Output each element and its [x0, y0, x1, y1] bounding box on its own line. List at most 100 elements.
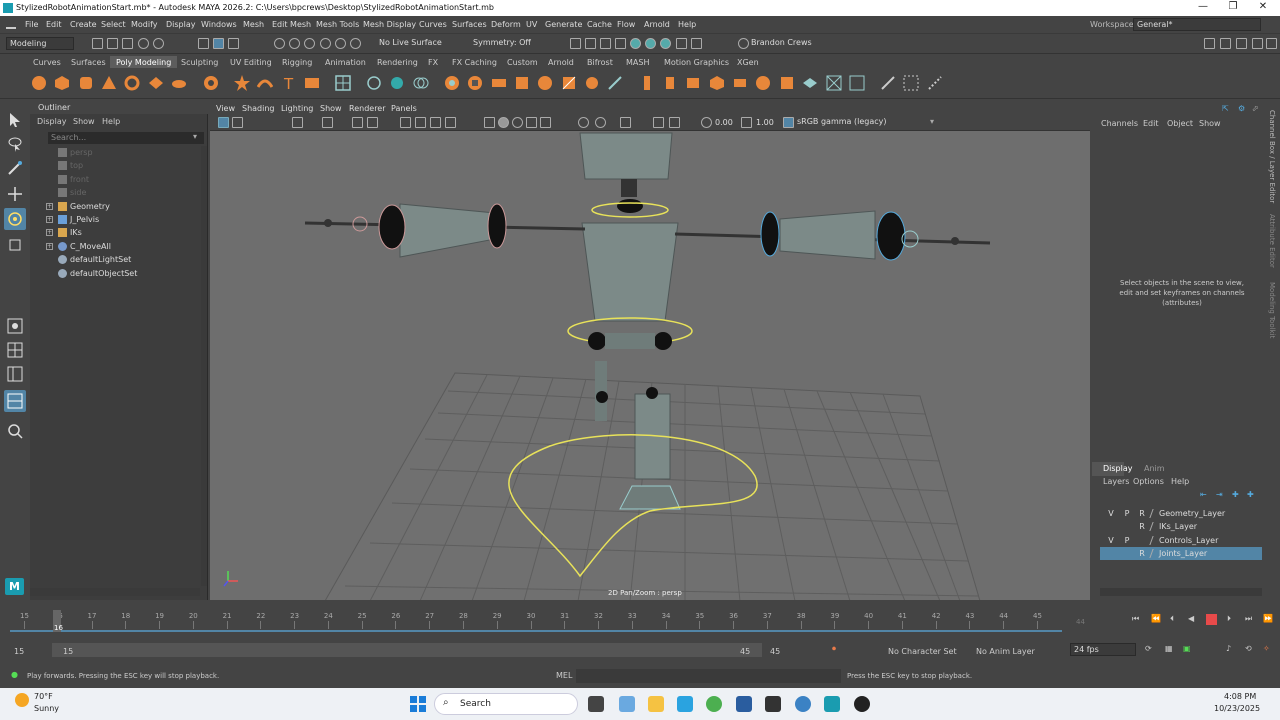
cb-menu-channels[interactable]: Channels — [1101, 119, 1138, 128]
gate-mask-icon[interactable] — [415, 117, 426, 128]
tab-uv-editing[interactable]: UV Editing — [230, 58, 272, 67]
character-set-dropdown[interactable]: No Character Set — [888, 647, 957, 656]
weather-condition[interactable]: Sunny — [34, 704, 59, 713]
user-account-dropdown[interactable]: Brandon Crews — [748, 37, 818, 50]
step-back-frame-icon[interactable]: ⏴ — [1170, 614, 1174, 624]
outliner-menu-show[interactable]: Show — [73, 117, 95, 126]
motion-blur-icon[interactable] — [669, 117, 680, 128]
layer-v-toggle[interactable]: V — [1106, 536, 1116, 545]
menu-curves[interactable]: Curves — [419, 20, 447, 29]
menu-arnold[interactable]: Arnold — [644, 20, 670, 29]
step-back-key-icon[interactable]: ⏪ — [1151, 614, 1161, 623]
resolution-gate-icon[interactable] — [400, 117, 411, 128]
poly-torus-icon[interactable] — [124, 75, 140, 91]
menu-mesh[interactable]: Mesh — [243, 20, 264, 29]
step-forward-frame-icon[interactable]: ⏵ — [1227, 614, 1231, 624]
smooth-icon[interactable] — [389, 75, 405, 91]
combine-icon[interactable] — [335, 75, 351, 91]
menu-uv[interactable]: UV — [526, 20, 537, 29]
cb-menu-show[interactable]: Show — [1199, 119, 1221, 128]
neck-joint[interactable] — [617, 199, 643, 213]
cache-settings-icon[interactable]: ✧ — [1263, 644, 1270, 653]
bridge-icon[interactable] — [491, 75, 507, 91]
minimize-button[interactable]: — — [1188, 1, 1218, 15]
isolate-select-icon[interactable] — [620, 117, 631, 128]
knee-left-joint[interactable] — [596, 391, 608, 403]
upper-arm-right[interactable] — [779, 210, 876, 260]
persp-outliner-layout-icon[interactable] — [7, 366, 23, 382]
sculpt-brush-icon[interactable] — [880, 75, 896, 91]
playback-start-field[interactable]: 15 — [63, 647, 73, 656]
hypershade-icon[interactable] — [645, 38, 656, 49]
color-space-dropdown[interactable]: sRGB gamma (legacy) — [794, 116, 938, 129]
copilot-icon[interactable] — [619, 696, 635, 712]
anim-preferences-icon[interactable]: ▣ — [1183, 644, 1191, 653]
uv-toolkit-icon[interactable] — [849, 75, 865, 91]
bevel-icon[interactable] — [514, 75, 530, 91]
tab-fx[interactable]: FX — [428, 58, 438, 67]
chrome-icon[interactable] — [706, 696, 722, 712]
mirror-icon[interactable] — [444, 75, 460, 91]
layer-row[interactable]: R IKs_Layer — [1100, 520, 1262, 533]
tab-sculpting[interactable]: Sculpting — [181, 58, 218, 67]
grease-pencil-icon[interactable] — [322, 117, 333, 128]
expand-icon[interactable]: + — [46, 216, 53, 223]
robot-torso[interactable] — [581, 222, 679, 322]
sound-icon[interactable]: ♪ — [1226, 644, 1231, 653]
elbow-right-joint[interactable] — [760, 211, 780, 257]
pause-viewport-icon[interactable] — [676, 38, 687, 49]
layer-p-toggle[interactable]: P — [1122, 509, 1132, 518]
menu-select[interactable]: Select — [101, 20, 126, 29]
planar-map-icon[interactable] — [732, 75, 748, 91]
sweep-mesh-icon[interactable] — [257, 75, 273, 91]
average-vertices-icon[interactable] — [685, 75, 701, 91]
sun-weather-icon[interactable] — [15, 693, 29, 707]
outliner-menu-display[interactable]: Display — [37, 117, 67, 126]
ambient-occlusion-icon[interactable] — [653, 117, 664, 128]
float-icon[interactable]: ⬀ — [1252, 104, 1259, 113]
use-all-lights-icon[interactable] — [540, 117, 551, 128]
toggle-sidebar-icon[interactable] — [1204, 38, 1215, 49]
layer-v-toggle[interactable]: V — [1106, 509, 1116, 518]
color-management-icon[interactable] — [783, 117, 794, 128]
menu-mesh-display[interactable]: Mesh Display — [363, 20, 416, 29]
menu-mesh-tools[interactable]: Mesh Tools — [316, 20, 359, 29]
type-tool-icon[interactable]: T — [281, 75, 297, 91]
exposure-value[interactable]: 0.00 — [715, 118, 733, 127]
clock-date[interactable]: 10/23/2025 — [1214, 704, 1260, 713]
menu-cache[interactable]: Cache — [587, 20, 612, 29]
vp-menu-renderer[interactable]: Renderer — [349, 104, 386, 113]
vp-menu-view[interactable]: View — [216, 104, 235, 113]
vp-menu-lighting[interactable]: Lighting — [281, 104, 313, 113]
connect-icon[interactable] — [607, 75, 623, 91]
chevron-down-icon[interactable]: ▾ — [930, 117, 934, 126]
super-shape-icon[interactable] — [203, 75, 219, 91]
rotate-tool-icon[interactable] — [7, 211, 23, 227]
film-gate-icon[interactable] — [367, 117, 378, 128]
arnold-render-icon[interactable] — [691, 38, 702, 49]
channel-box-icon[interactable] — [1266, 38, 1277, 49]
snap-view-plane-icon[interactable] — [320, 38, 331, 49]
outliner-item[interactable]: defaultObjectSet — [30, 267, 200, 280]
multi-cut-icon[interactable] — [561, 75, 577, 91]
side-tab-channel-box[interactable]: Channel Box / Layer Editor — [1268, 110, 1276, 203]
paint-weights-icon[interactable] — [927, 75, 943, 91]
symmetry-dropdown[interactable]: Symmetry: Off — [470, 37, 540, 50]
menu-help[interactable]: Help — [678, 20, 696, 29]
shoulder-right-joint[interactable] — [876, 211, 906, 261]
obs-icon[interactable] — [854, 696, 870, 712]
outliner-search-input[interactable]: Search... — [48, 132, 204, 144]
robot-neck[interactable] — [621, 179, 637, 197]
tab-animation[interactable]: Animation — [325, 58, 366, 67]
spherical-map-icon[interactable] — [779, 75, 795, 91]
pin-icon[interactable]: ⇱ — [1222, 104, 1229, 113]
playback-settings-icon[interactable]: ▦ — [1165, 644, 1173, 653]
redo-icon[interactable] — [153, 38, 164, 49]
attribute-editor-icon[interactable] — [1236, 38, 1247, 49]
extrude-icon[interactable] — [467, 75, 483, 91]
render-view-icon[interactable] — [585, 38, 596, 49]
live-surface-field[interactable]: No Live Surface — [376, 37, 456, 50]
poly-cube-icon[interactable] — [54, 75, 70, 91]
auto-key-icon[interactable]: ⏺ — [832, 644, 836, 654]
snap-point-icon[interactable] — [304, 38, 315, 49]
